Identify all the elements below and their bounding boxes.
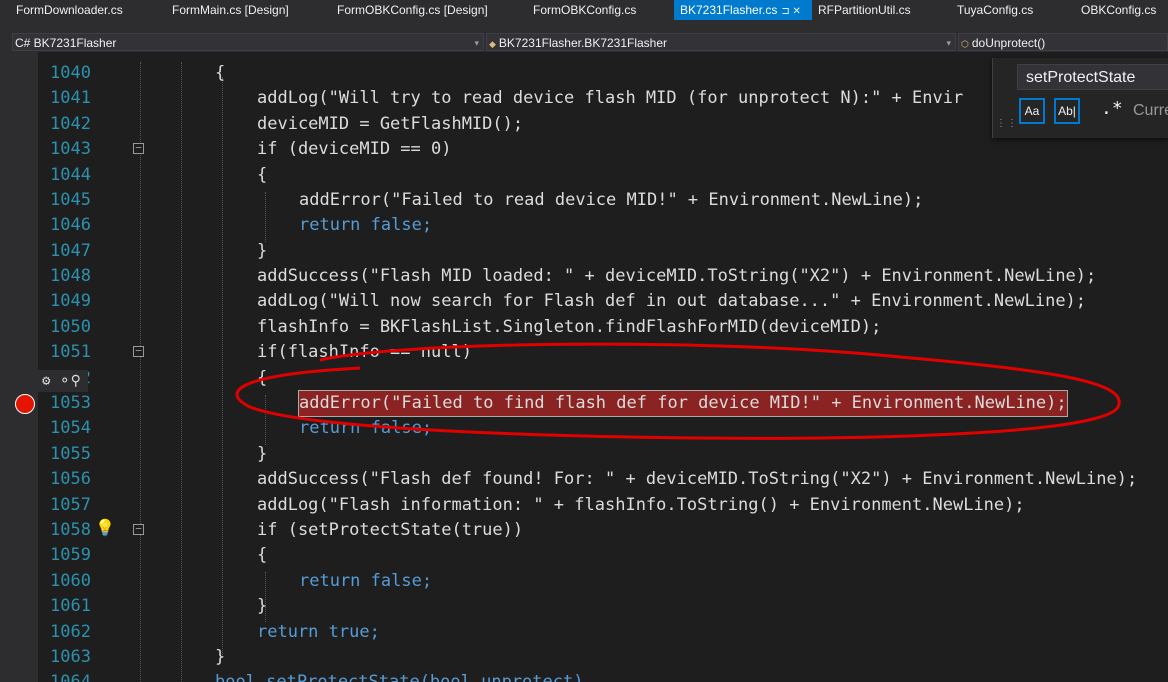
- pin-close-icon[interactable]: ⊐ ✕: [781, 6, 801, 17]
- chevron-down-icon: ▾: [474, 38, 479, 48]
- code-text: {: [257, 165, 268, 185]
- find-widget: setProtectState Aa Ab| .* Curre ⋮⋮: [992, 58, 1168, 138]
- tab-bk7231flasher[interactable]: BK7231Flasher.cs ⊐ ✕: [674, 0, 812, 20]
- collapse-icon[interactable]: −: [133, 345, 144, 357]
- collapse-icon[interactable]: −: [133, 523, 144, 535]
- code-editor[interactable]: 1040{ 1041 addLog("Will try to read devic…: [0, 52, 1168, 682]
- tab-obkconfig[interactable]: OBKConfig.cs: [1075, 0, 1162, 20]
- whole-word-toggle[interactable]: Ab|: [1054, 98, 1080, 124]
- code-text: {: [215, 63, 226, 83]
- code-text: }: [257, 444, 268, 464]
- search-scope[interactable]: Curre: [1133, 102, 1168, 120]
- code-text: if(flashInfo == null): [257, 342, 472, 362]
- code-line[interactable]: 1052{: [0, 366, 1168, 391]
- code-text: {: [257, 368, 268, 388]
- code-text: addLog("Will now search for Flash def in…: [257, 291, 1087, 311]
- tab-formmain-design[interactable]: FormMain.cs [Design]: [166, 0, 295, 20]
- lightbulb-icon[interactable]: 💡: [95, 518, 115, 537]
- code-line[interactable]: 1059{: [0, 543, 1168, 568]
- code-line[interactable]: 1043− if (deviceMID == 0): [0, 137, 1168, 162]
- code-text: return false;: [299, 215, 433, 235]
- class-icon: ◆: [489, 39, 496, 49]
- code-text: }: [215, 647, 226, 667]
- code-line[interactable]: 1045 addError("Failed to read device MID!…: [0, 188, 1168, 213]
- code-line[interactable]: 1055}: [0, 442, 1168, 467]
- code-line[interactable]: 1060 return false;: [0, 569, 1168, 594]
- code-text: addSuccess("Flash MID loaded: " + device…: [257, 266, 1097, 286]
- find-input[interactable]: setProtectState: [1017, 64, 1168, 90]
- code-text: {: [257, 545, 268, 565]
- match-case-toggle[interactable]: Aa: [1019, 98, 1045, 124]
- code-text: addSuccess("Flash def found! For: " + de…: [257, 469, 1138, 489]
- tab-tuyaconfig[interactable]: TuyaConfig.cs: [951, 0, 1039, 20]
- regex-toggle[interactable]: .*: [1101, 98, 1123, 119]
- document-tab-bar: FormDownloader.cs FormMain.cs [Design] F…: [0, 0, 1168, 33]
- code-line[interactable]: 1064 bool setProtectState(bool unprotect): [0, 670, 1168, 682]
- code-line[interactable]: 1058− if (setProtectState(true)): [0, 518, 1168, 543]
- code-text: addError("Failed to read device MID!" + …: [299, 190, 924, 210]
- code-text: addLog("Flash information: " + flashInfo…: [257, 495, 1025, 515]
- code-line[interactable]: 1054 return false;: [0, 416, 1168, 441]
- code-line[interactable]: 1046 return false;: [0, 213, 1168, 238]
- project-dropdown[interactable]: C# BK7231Flasher ▾: [12, 33, 484, 51]
- code-line[interactable]: 1047}: [0, 239, 1168, 264]
- code-text: }: [257, 241, 268, 261]
- class-dropdown[interactable]: ◆ BK7231Flasher.BK7231Flasher ▾: [486, 33, 956, 51]
- code-text: return false;: [299, 418, 433, 438]
- code-line[interactable]: 1044{: [0, 163, 1168, 188]
- code-text: return true;: [257, 622, 380, 642]
- code-line[interactable]: 1050 flashInfo = BKFlashList.Singleton.fi…: [0, 315, 1168, 340]
- code-line[interactable]: 1061}: [0, 594, 1168, 619]
- quick-actions-icon[interactable]: ⚙ ⚬⚲: [38, 370, 88, 392]
- member-dropdown[interactable]: ⬡ doUnprotect(): [958, 33, 1168, 51]
- code-text: }: [257, 596, 268, 616]
- navigation-bar: C# BK7231Flasher ▾ ◆ BK7231Flasher.BK7231F…: [0, 32, 1168, 52]
- tab-formobkconfig[interactable]: FormOBKConfig.cs: [527, 0, 642, 20]
- chevron-down-icon: ▾: [946, 38, 951, 48]
- code-line[interactable]: 1053 addError("Failed to find flash def f…: [0, 390, 1168, 417]
- code-line[interactable]: 1049 addLog("Will now search for Flash de…: [0, 289, 1168, 314]
- code-line[interactable]: 1057 addLog("Flash information: " + flash…: [0, 493, 1168, 518]
- code-text: bool setProtectState(bool unprotect): [215, 672, 584, 682]
- code-text: return false;: [299, 571, 433, 591]
- code-line[interactable]: 1062 return true;: [0, 620, 1168, 645]
- method-icon: ⬡: [961, 39, 969, 49]
- code-line[interactable]: 1063}: [0, 645, 1168, 670]
- collapse-icon[interactable]: −: [133, 142, 144, 154]
- code-text: flashInfo = BKFlashList.Singleton.findFl…: [257, 317, 882, 337]
- code-text: addLog("Will try to read device flash MI…: [257, 88, 964, 108]
- tab-rfpartitionutil[interactable]: RFPartitionUtil.cs: [812, 0, 917, 20]
- code-text: deviceMID = GetFlashMID();: [257, 114, 524, 134]
- code-line[interactable]: 1056 addSuccess("Flash def found! For: " …: [0, 467, 1168, 492]
- code-line[interactable]: 1048 addSuccess("Flash MID loaded: " + de…: [0, 264, 1168, 289]
- breakpoint-line-code: addError("Failed to find flash def for d…: [298, 390, 1068, 417]
- tab-formdownloader[interactable]: FormDownloader.cs: [10, 0, 129, 20]
- code-text: if (deviceMID == 0): [257, 139, 452, 159]
- breakpoint-icon[interactable]: [15, 394, 35, 414]
- tab-formobkconfig-design[interactable]: FormOBKConfig.cs [Design]: [331, 0, 494, 20]
- code-text: if (setProtectState(true)): [257, 520, 524, 540]
- resize-grip-icon[interactable]: ⋮⋮: [996, 118, 1018, 129]
- code-line[interactable]: 1051− if(flashInfo == null): [0, 340, 1168, 365]
